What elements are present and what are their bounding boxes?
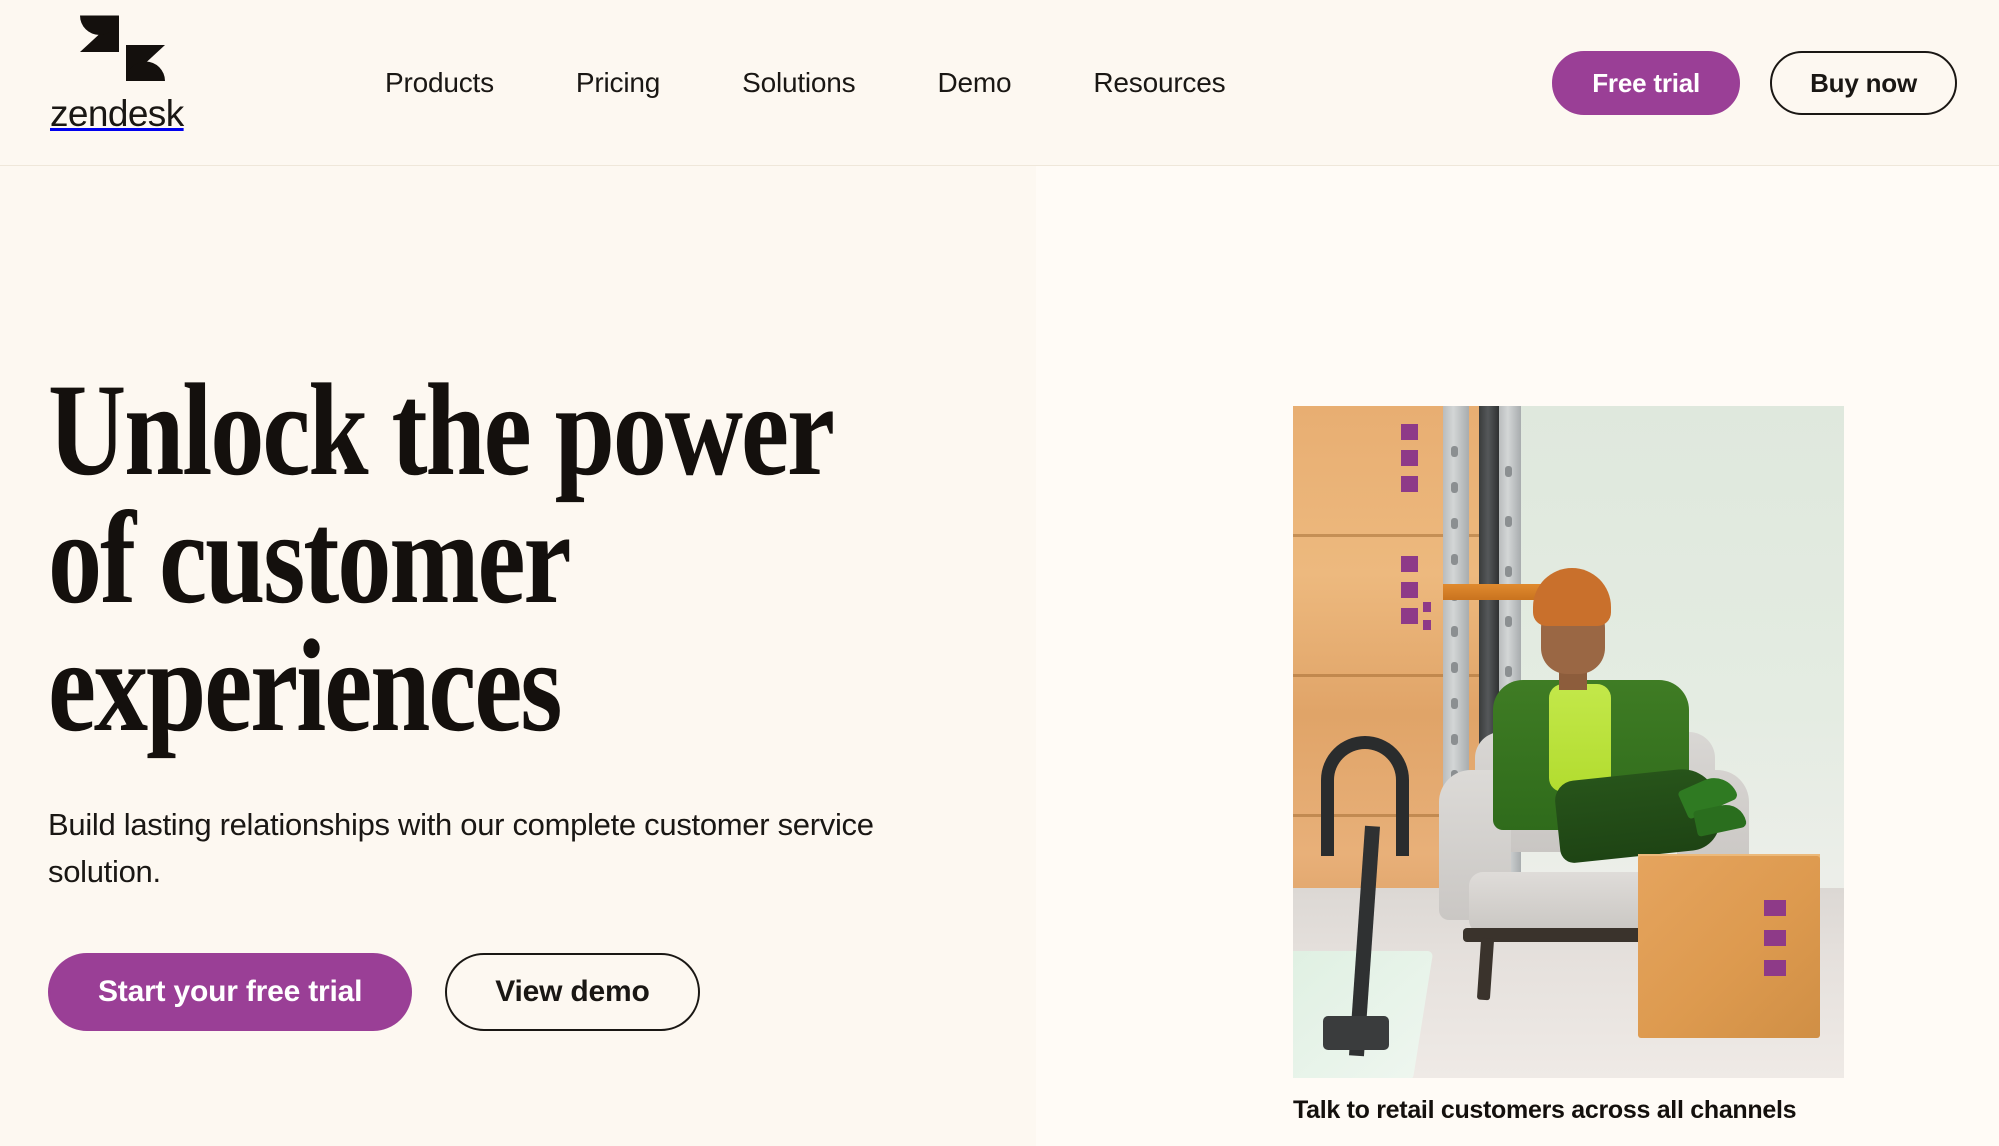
photo-caption: Talk to retail customers across all chan… bbox=[1293, 1096, 1797, 1124]
hero-right-panel: 23 % increase in average e-commerce orde… bbox=[1036, 166, 1999, 1146]
nav-item-pricing[interactable]: Pricing bbox=[576, 55, 660, 111]
headline-line-2: of customer bbox=[48, 484, 572, 632]
nav-item-resources[interactable]: Resources bbox=[1093, 55, 1225, 111]
hero-left-panel: Unlock the power of customer experiences… bbox=[0, 166, 1036, 1146]
view-demo-button[interactable]: View demo bbox=[445, 953, 700, 1032]
page-title: Unlock the power of customer experiences bbox=[48, 364, 1016, 752]
buy-now-button[interactable]: Buy now bbox=[1770, 51, 1957, 115]
hero-photo bbox=[1293, 406, 1844, 1078]
hero-copy: Unlock the power of customer experiences… bbox=[48, 364, 1008, 1032]
start-free-trial-button[interactable]: Start your free trial bbox=[48, 953, 413, 1032]
header-actions: Free trial Buy now bbox=[1552, 0, 1957, 166]
nav-item-products[interactable]: Products bbox=[385, 55, 494, 111]
zendesk-logo[interactable]: zendesk bbox=[48, 8, 198, 140]
headline-line-3: experiences bbox=[48, 612, 562, 760]
nav-item-demo[interactable]: Demo bbox=[937, 55, 1011, 111]
photo-parcel-box bbox=[1638, 856, 1820, 1038]
photo-person bbox=[1471, 568, 1748, 898]
nav-item-solutions[interactable]: Solutions bbox=[742, 55, 856, 111]
site-header: zendesk Products Pricing Solutions Demo … bbox=[0, 0, 1999, 166]
zendesk-z-logo-icon bbox=[80, 15, 165, 81]
logo-wordmark: zendesk bbox=[50, 93, 184, 134]
hero-cta-row: Start your free trial View demo bbox=[48, 953, 1008, 1032]
free-trial-button[interactable]: Free trial bbox=[1552, 51, 1741, 115]
hero-subheadline: Build lasting relationships with our com… bbox=[48, 807, 874, 889]
primary-navigation: Products Pricing Solutions Demo Resource… bbox=[385, 0, 1226, 166]
hero-section: Unlock the power of customer experiences… bbox=[0, 166, 1999, 1146]
headline-line-1: Unlock the power bbox=[48, 356, 835, 503]
